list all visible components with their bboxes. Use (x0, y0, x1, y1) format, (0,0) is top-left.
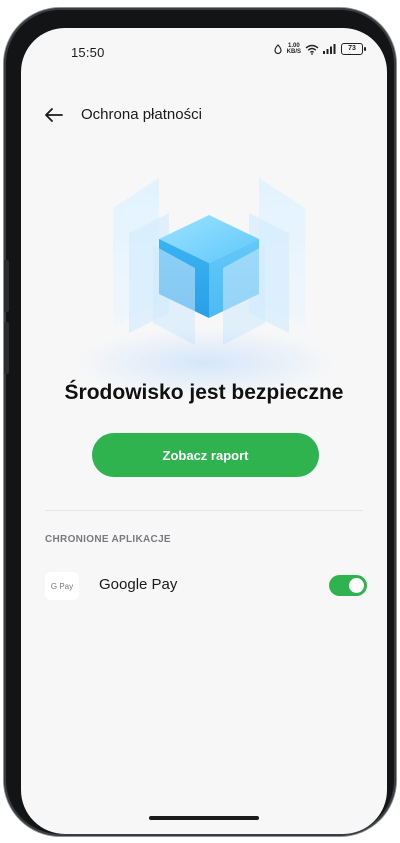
list-item-google-pay: G Pay Google Pay (21, 568, 387, 604)
app-name: Google Pay (99, 576, 178, 593)
network-speed-unit: KB/S (286, 49, 301, 55)
wifi-icon (305, 44, 319, 55)
screen: 15:50 1.00 KB/S 73 Ochrona płatności Śro… (21, 28, 387, 834)
signal-icon (323, 44, 336, 54)
status-time: 15:50 (71, 45, 105, 60)
arrow-left-icon[interactable] (41, 102, 67, 128)
volume-up-button (4, 260, 9, 312)
security-status-heading: Środowisko jest bezpieczne (64, 381, 344, 404)
divider (45, 510, 363, 511)
network-speed: 1.00 KB/S (287, 43, 301, 55)
home-indicator[interactable] (149, 816, 259, 820)
app-header: Ochrona płatności (21, 102, 387, 132)
google-pay-icon: G Pay (45, 572, 79, 600)
security-cube-illustration (113, 178, 305, 345)
google-pay-toggle[interactable] (329, 575, 367, 596)
status-icons: 1.00 KB/S 73 (273, 43, 366, 55)
battery-icon: 73 (341, 43, 366, 55)
protected-apps-label: CHRONIONE APLIKACJE (45, 534, 171, 545)
toggle-knob (349, 578, 364, 593)
status-bar: 15:50 1.00 KB/S 73 (21, 28, 387, 78)
phone-frame: 15:50 1.00 KB/S 73 Ochrona płatności Śro… (4, 8, 396, 836)
volume-down-button (4, 322, 9, 374)
view-report-button[interactable]: Zobacz raport (92, 433, 319, 477)
page-title: Ochrona płatności (81, 106, 202, 123)
alarm-icon (274, 44, 282, 54)
